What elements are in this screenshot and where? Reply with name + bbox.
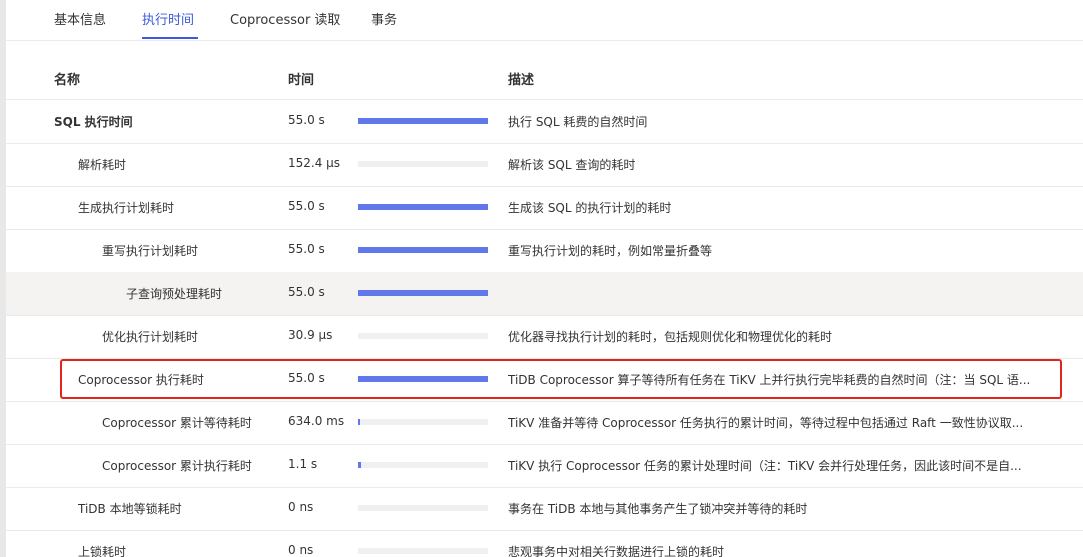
row-description: 执行 SQL 耗费的自然时间 [508,115,648,129]
row-description: 生成该 SQL 的执行计划的耗时 [508,201,672,215]
table-row[interactable]: TiDB 本地等锁耗时 0 ns 事务在 TiDB 本地与其他事务产生了锁冲突并等待… [6,487,1083,531]
row-description: 重写执行计划的耗时，例如常量折叠等 [508,244,713,258]
table-row[interactable]: 子查询预处理耗时 55.0 s [6,272,1083,316]
duration-bar-fill [358,419,360,425]
table-header: 名称 时间 描述 [6,56,1083,100]
row-name: SQL 执行时间 [54,115,133,129]
tab-execution-time[interactable]: 执行时间 [142,9,194,28]
active-tab-indicator [142,37,198,39]
table-row[interactable]: Coprocessor 累计等待耗时 634.0 ms TiKV 准备并等待 Cop… [6,401,1083,445]
row-time: 55.0 s [288,371,325,385]
duration-bar-track [358,333,488,339]
row-name: 上锁耗时 [78,545,127,557]
row-description: 悲观事务中对相关行数据进行上锁的耗时 [508,545,725,557]
duration-bar-track [358,247,488,253]
duration-bar-track [358,118,488,124]
row-name: TiDB 本地等锁耗时 [78,502,182,516]
row-time: 0 ns [288,500,314,514]
row-description: TiKV 准备并等待 Coprocessor 任务执行的累计时间，等待过程中包括… [508,416,1024,430]
duration-bar-fill [358,290,488,296]
row-name: 解析耗时 [78,158,127,172]
duration-bar-track [358,419,488,425]
column-header-description: 描述 [508,73,535,88]
column-header-name: 名称 [54,73,81,88]
table-row[interactable]: Coprocessor 执行耗时 55.0 s TiDB Coprocessor 算… [6,358,1083,402]
column-header-time: 时间 [288,73,315,88]
tab-transaction[interactable]: 事务 [371,9,397,28]
row-name: Coprocessor 执行耗时 [78,373,204,387]
row-name: 生成执行计划耗时 [78,201,175,215]
table-row[interactable]: 重写执行计划耗时 55.0 s 重写执行计划的耗时，例如常量折叠等 [6,229,1083,273]
row-name: 优化执行计划耗时 [102,330,199,344]
duration-bar-track [358,548,488,554]
row-description: 解析该 SQL 查询的耗时 [508,158,636,172]
row-name: Coprocessor 累计等待耗时 [102,416,252,430]
table-row[interactable]: Coprocessor 累计执行耗时 1.1 s TiKV 执行 Coprocess… [6,444,1083,488]
row-time: 55.0 s [288,199,325,213]
table-row[interactable]: 上锁耗时 0 ns 悲观事务中对相关行数据进行上锁的耗时 [6,530,1083,557]
duration-bar-track [358,376,488,382]
row-time: 55.0 s [288,242,325,256]
tab-coprocessor-read[interactable]: Coprocessor 读取 [230,9,340,28]
duration-bar-fill [358,462,361,468]
row-description: 事务在 TiDB 本地与其他事务产生了锁冲突并等待的耗时 [508,502,808,516]
row-name: Coprocessor 累计执行耗时 [102,459,252,473]
duration-bar-fill [358,376,488,382]
tab-basic-info[interactable]: 基本信息 [54,9,106,28]
table-row[interactable]: 解析耗时 152.4 μs 解析该 SQL 查询的耗时 [6,143,1083,187]
row-name: 重写执行计划耗时 [102,244,199,258]
row-time: 55.0 s [288,285,325,299]
row-description: TiKV 执行 Coprocessor 任务的累计处理时间（注：TiKV 会并行… [508,459,1022,473]
duration-bar-fill [358,204,488,210]
duration-bar-track [358,462,488,468]
duration-bar-track [358,204,488,210]
row-time: 152.4 μs [288,156,341,170]
duration-bar-track [358,290,488,296]
duration-bar-fill [358,247,488,253]
row-time: 30.9 μs [288,328,333,342]
row-time: 634.0 ms [288,414,345,428]
duration-bar-track [358,505,488,511]
table-row[interactable]: 优化执行计划耗时 30.9 μs 优化器寻找执行计划的耗时，包括规则优化和物理优化的… [6,315,1083,359]
row-name: 子查询预处理耗时 [126,287,223,301]
row-time: 0 ns [288,543,314,557]
table-row[interactable]: SQL 执行时间 55.0 s 执行 SQL 耗费的自然时间 [6,100,1083,144]
table-row[interactable]: 生成执行计划耗时 55.0 s 生成该 SQL 的执行计划的耗时 [6,186,1083,230]
row-time: 1.1 s [288,457,318,471]
row-time: 55.0 s [288,113,325,127]
tab-bar: 基本信息 执行时间 Coprocessor 读取 事务 [6,0,1083,41]
duration-bar-track [358,161,488,167]
duration-bar-fill [358,118,488,124]
row-description: TiDB Coprocessor 算子等待所有任务在 TiKV 上并行执行完毕耗… [508,373,1031,387]
row-description: 优化器寻找执行计划的耗时，包括规则优化和物理优化的耗时 [508,330,833,344]
